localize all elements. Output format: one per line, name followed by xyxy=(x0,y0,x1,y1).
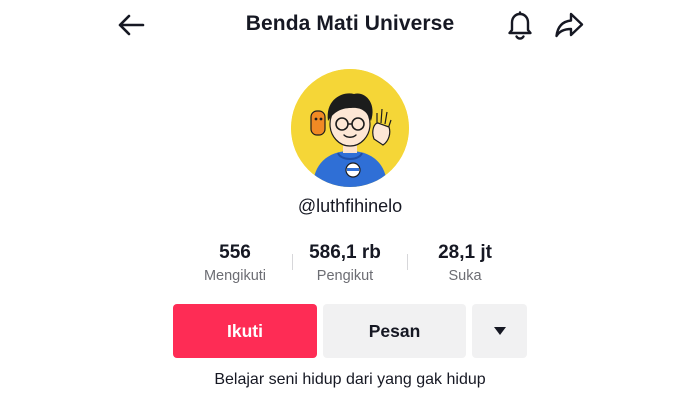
profile-actions: Ikuti Pesan xyxy=(173,304,527,358)
profile-avatar[interactable] xyxy=(291,69,409,187)
stat-following[interactable]: 556 Mengikuti xyxy=(190,240,280,284)
stat-label: Pengikut xyxy=(316,268,374,284)
share-arrow-icon xyxy=(555,12,584,38)
stat-divider xyxy=(292,254,293,270)
message-button[interactable]: Pesan xyxy=(323,304,466,358)
stat-value: 556 xyxy=(219,242,251,263)
stat-label: Mengikuti xyxy=(203,268,267,284)
profile-header: Benda Mati Universe xyxy=(0,0,700,52)
profile-bio: Belajar seni hidup dari yang gak hidup xyxy=(214,371,486,388)
stat-value: 586,1 rb xyxy=(309,242,381,263)
follow-button[interactable]: Ikuti xyxy=(173,304,317,358)
stat-label: Suka xyxy=(448,268,482,284)
username: @luthfihinelo xyxy=(297,196,403,216)
share-button[interactable] xyxy=(553,9,585,41)
stat-divider xyxy=(407,254,408,270)
profile-stats: 556 Mengikuti 586,1 rb Pengikut 28,1 jt … xyxy=(195,240,505,290)
more-options-button[interactable] xyxy=(472,304,527,358)
stat-followers[interactable]: 586,1 rb Pengikut xyxy=(300,240,390,284)
stat-value: 28,1 jt xyxy=(438,242,492,263)
page-title: Benda Mati Universe xyxy=(245,12,455,35)
stat-likes[interactable]: 28,1 jt Suka xyxy=(420,240,510,284)
caret-down-icon xyxy=(493,327,506,335)
cartoon-avatar-icon xyxy=(291,69,409,187)
bell-icon xyxy=(508,11,532,40)
notification-button[interactable] xyxy=(504,8,536,42)
